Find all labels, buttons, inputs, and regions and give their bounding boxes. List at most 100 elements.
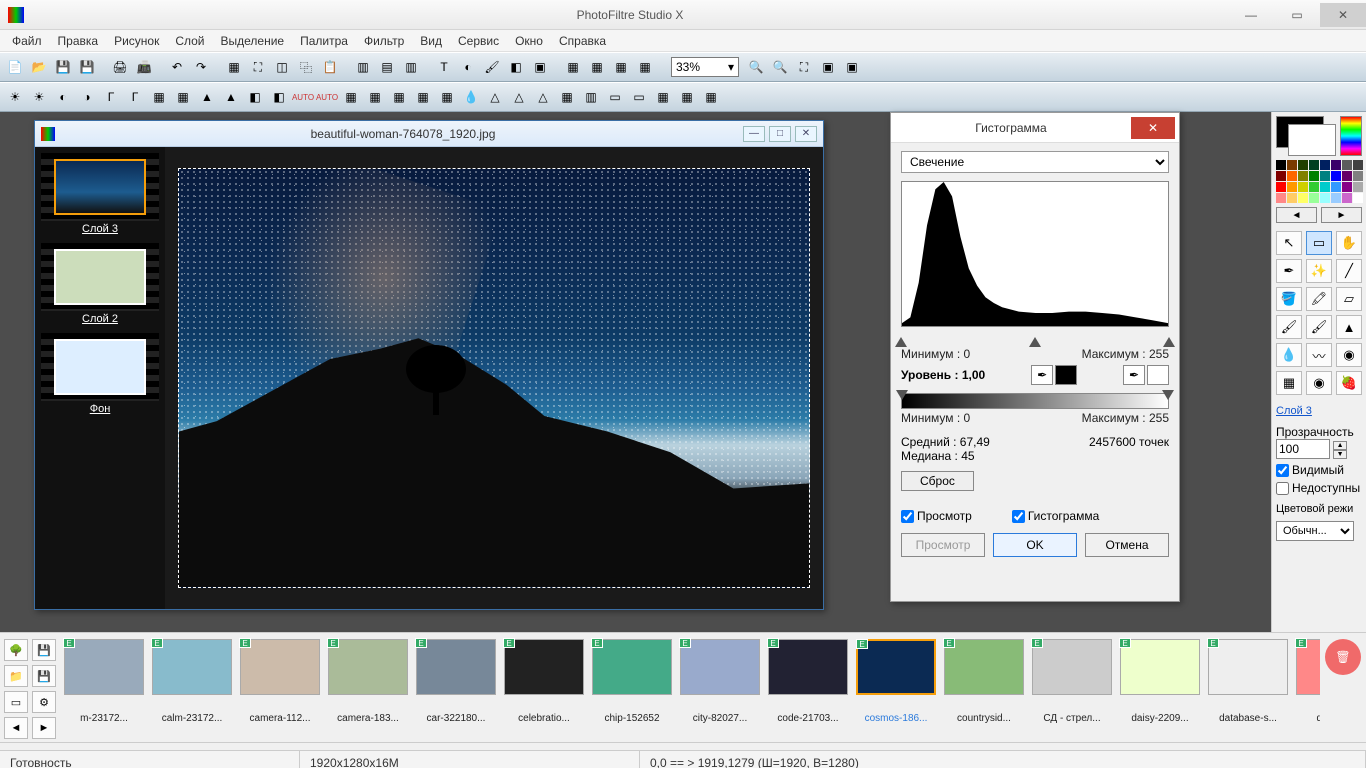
menu-file[interactable]: Файл: [4, 32, 50, 50]
palette-color[interactable]: [1320, 182, 1330, 192]
filmstrip-item[interactable]: Ecosmos-186...: [856, 639, 936, 736]
filmstrip-item[interactable]: EСД - стрел...: [1032, 639, 1112, 736]
redeye-tool-icon[interactable]: ◉: [1306, 371, 1332, 395]
slideshow-icon[interactable]: ▦: [634, 56, 656, 78]
contrast-minus-icon[interactable]: ◐: [52, 86, 74, 108]
paste-icon[interactable]: 📋: [319, 56, 341, 78]
opacity-up-button[interactable]: ▲: [1333, 441, 1347, 450]
palette-color[interactable]: [1287, 160, 1297, 170]
minimize-button[interactable]: —: [1228, 3, 1274, 27]
menu-filter[interactable]: Фильтр: [356, 32, 412, 50]
zoomout-icon[interactable]: 🔍: [745, 56, 767, 78]
gamma-plus-icon[interactable]: Γ: [124, 86, 146, 108]
brush-tool-icon[interactable]: 🖌: [1276, 315, 1302, 339]
wand-tool-icon[interactable]: ✨: [1306, 259, 1332, 283]
auto-c-icon[interactable]: AUTO: [316, 86, 338, 108]
layer-name[interactable]: Слой 3: [82, 223, 118, 235]
palette-color[interactable]: [1276, 160, 1286, 170]
saveas-icon[interactable]: 💾: [76, 56, 98, 78]
palette-color[interactable]: [1309, 182, 1319, 192]
shapes-icon[interactable]: ▣: [529, 56, 551, 78]
palette-color[interactable]: [1287, 182, 1297, 192]
mdi-close-icon[interactable]: ✕: [795, 126, 817, 142]
open-icon[interactable]: 📂: [28, 56, 50, 78]
filmstrip-item[interactable]: Ecar-322180...: [416, 639, 496, 736]
black-swatch[interactable]: [1055, 365, 1077, 385]
maximize-button[interactable]: ▭: [1274, 3, 1320, 27]
filmstrip-item[interactable]: Ecalm-23172...: [152, 639, 232, 736]
blur-icon[interactable]: 💧: [460, 86, 482, 108]
hist-r-icon[interactable]: ▲: [220, 86, 242, 108]
brush-icon[interactable]: 🖌: [481, 56, 503, 78]
menu-window[interactable]: Окно: [507, 32, 551, 50]
text-icon[interactable]: T: [433, 56, 455, 78]
spectrum-icon[interactable]: [1340, 116, 1362, 156]
palette-color[interactable]: [1342, 193, 1352, 203]
palette-color[interactable]: [1309, 160, 1319, 170]
filmstrip-item[interactable]: Ecode-21703...: [768, 639, 848, 736]
palette-color[interactable]: [1298, 193, 1308, 203]
close-button[interactable]: ✕: [1320, 3, 1366, 27]
menu-help[interactable]: Справка: [551, 32, 614, 50]
art-tool-icon[interactable]: 🍓: [1336, 371, 1362, 395]
menu-layer[interactable]: Слой: [167, 32, 212, 50]
gamma-minus-icon[interactable]: Γ: [100, 86, 122, 108]
next-image-button[interactable]: ►: [32, 717, 56, 739]
histogram-checkbox[interactable]: Гистограмма: [1012, 509, 1099, 523]
palette-color[interactable]: [1353, 160, 1363, 170]
sepia-icon[interactable]: ◧: [268, 86, 290, 108]
layer-thumb[interactable]: [54, 249, 146, 305]
mirror-icon[interactable]: ▭: [628, 86, 650, 108]
filmstrip-item[interactable]: Edaisy-2209...: [1120, 639, 1200, 736]
white-swatch[interactable]: [1147, 365, 1169, 385]
resize-icon[interactable]: ⛶: [247, 56, 269, 78]
smudge-tool-icon[interactable]: 〰: [1306, 343, 1332, 367]
gray-icon[interactable]: ◧: [244, 86, 266, 108]
mdi-minimize-icon[interactable]: —: [743, 126, 765, 142]
input-sliders[interactable]: [901, 331, 1169, 345]
tile1-icon[interactable]: ▦: [340, 86, 362, 108]
cancel-button[interactable]: Отмена: [1085, 533, 1169, 557]
layer-name[interactable]: Фон: [90, 403, 111, 415]
menu-selection[interactable]: Выделение: [213, 32, 293, 50]
color-palette[interactable]: [1276, 160, 1362, 203]
copy-icon[interactable]: ⿻: [295, 56, 317, 78]
delete-icon[interactable]: 🗑: [1325, 639, 1361, 675]
visible-checkbox[interactable]: Видимый: [1276, 463, 1362, 477]
undo-icon[interactable]: ↶: [166, 56, 188, 78]
opacity-input[interactable]: [1276, 439, 1330, 459]
tree-disk-icon[interactable]: 💾: [32, 665, 56, 687]
pointer-tool-icon[interactable]: ↖: [1276, 231, 1302, 255]
menu-tools[interactable]: Сервис: [450, 32, 507, 50]
palette-color[interactable]: [1276, 193, 1286, 203]
menu-palette[interactable]: Палитра: [292, 32, 356, 50]
tree-expand-icon[interactable]: 🌳: [4, 639, 28, 661]
palette-color[interactable]: [1331, 160, 1341, 170]
canvas-area[interactable]: [165, 147, 823, 609]
color-swatches[interactable]: [1276, 116, 1362, 156]
tilew-icon[interactable]: ▦: [676, 86, 698, 108]
palette-color[interactable]: [1309, 171, 1319, 181]
fit-icon[interactable]: ⛶: [793, 56, 815, 78]
bucket-tool-icon[interactable]: 🪣: [1276, 287, 1302, 311]
module-icon[interactable]: ▦: [586, 56, 608, 78]
bright-plus-icon[interactable]: ☀: [28, 86, 50, 108]
new-icon[interactable]: 📄: [4, 56, 26, 78]
palette-color[interactable]: [1342, 171, 1352, 181]
palette-color[interactable]: [1342, 182, 1352, 192]
layers-icon[interactable]: ▤: [376, 56, 398, 78]
advbrush-tool-icon[interactable]: 🖌: [1306, 315, 1332, 339]
palette-color[interactable]: [1287, 193, 1297, 203]
tile2-icon[interactable]: ▦: [364, 86, 386, 108]
palette-color[interactable]: [1331, 193, 1341, 203]
eyedropper-tool-icon[interactable]: ✒: [1276, 259, 1302, 283]
palette-color[interactable]: [1353, 182, 1363, 192]
palette-color[interactable]: [1331, 171, 1341, 181]
hist-l-icon[interactable]: ▲: [196, 86, 218, 108]
preview-button[interactable]: Просмотр: [901, 533, 985, 557]
canvas[interactable]: [178, 168, 810, 588]
palette-color[interactable]: [1276, 171, 1286, 181]
output-gradient[interactable]: [901, 393, 1169, 409]
opacity-down-button[interactable]: ▼: [1333, 450, 1347, 459]
filmstrip-item[interactable]: Echip-152652: [592, 639, 672, 736]
